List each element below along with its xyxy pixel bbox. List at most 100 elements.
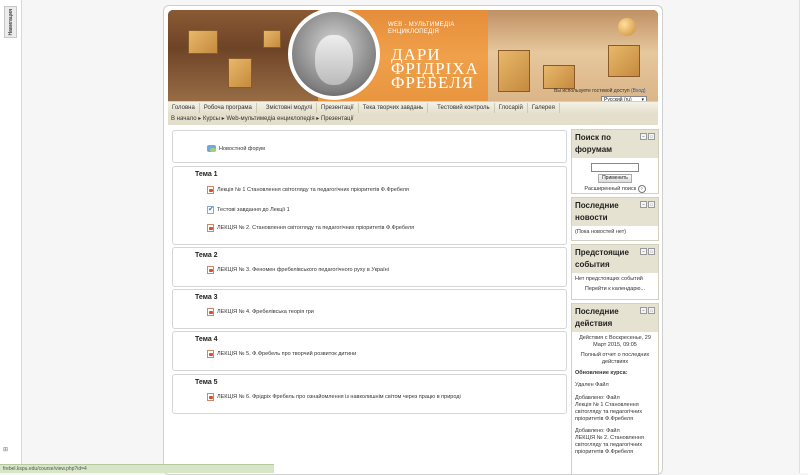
- activity-lecture-5[interactable]: ЛЕКЦІЯ № 5. Ф.Фребель про творчий розвит…: [207, 350, 356, 358]
- pdf-icon: [207, 186, 214, 194]
- activity-lecture-1[interactable]: Лекція № 1 Становлення світогляду та пед…: [207, 186, 409, 194]
- right-scroll-area[interactable]: [799, 0, 808, 473]
- dock-block-icon[interactable]: □: [648, 133, 655, 140]
- news-empty-text: (Пока новостей нет): [575, 229, 627, 235]
- help-icon[interactable]: ?: [637, 185, 646, 193]
- block-title: Последние новости: [575, 201, 619, 222]
- wooden-block-icon: [498, 50, 530, 92]
- dock-block-icon[interactable]: □: [648, 201, 655, 208]
- dock-block-icon[interactable]: □: [648, 307, 655, 314]
- section-topic-2: Тема 2 ЛЕКЦІЯ № 3. Феномен фребелівськог…: [172, 247, 567, 287]
- block-header: Последние новости − □: [572, 198, 658, 226]
- update-added-file-link[interactable]: Лекція № 1 Становлення світогляду та пед…: [575, 402, 655, 423]
- activity-since-text: Действия с Воскресенье, 29 Март 2015, 09…: [579, 335, 651, 348]
- breadcrumb[interactable]: В начало ▸ Курсы ▸ Web-мультимедіа енцик…: [168, 114, 658, 125]
- hide-block-icon[interactable]: −: [640, 133, 647, 140]
- activity-label: ЛЕКЦІЯ № 3. Феномен фребелівського педаг…: [217, 267, 389, 273]
- dock-footer-icon[interactable]: ⊞: [3, 446, 8, 453]
- activity-lecture-6[interactable]: ЛЕКЦІЯ № 6. Фрідріх Фребель про ознайомл…: [207, 393, 461, 401]
- froebel-portrait: [288, 10, 380, 100]
- block-header: Последние действия − □: [572, 304, 658, 332]
- menu-item-tests[interactable]: Тестовий контроль: [433, 103, 495, 113]
- banner-title-line3: ФРЕБЕЛЯ: [391, 73, 475, 92]
- section-title: Тема 4: [195, 336, 218, 343]
- section-topic-4: Тема 4 ЛЕКЦІЯ № 5. Ф.Фребель про творчий…: [172, 331, 567, 371]
- block-header: Поиск по форумам − □: [572, 130, 658, 158]
- block-upcoming-events: Предстоящие события − □ Нет предстоящих с…: [571, 244, 659, 300]
- pdf-icon: [207, 266, 214, 274]
- activity-news-forum[interactable]: Новостной форум: [207, 145, 265, 152]
- wooden-block-icon: [228, 58, 252, 88]
- hide-block-icon[interactable]: −: [640, 307, 647, 314]
- navigation-tab[interactable]: Навигация: [4, 6, 17, 38]
- wooden-block-icon: [188, 30, 218, 54]
- block-recent-activity: Последние действия − □ Действия с Воскрес…: [571, 303, 659, 474]
- menu-item-assignments[interactable]: Тека творчих завдань: [359, 103, 429, 113]
- activity-label: Новостной форум: [219, 145, 265, 152]
- menu-item-glossary[interactable]: Глосарій: [495, 103, 528, 113]
- activity-label: ЛЕКЦІЯ № 4. Фребелівська теорія гри: [217, 309, 314, 315]
- block-header: Предстоящие события − □: [572, 245, 658, 273]
- menu-item-gallery[interactable]: Галерея: [528, 103, 560, 113]
- quiz-icon: [207, 205, 214, 214]
- navigation-tab-label: Навигация: [7, 8, 14, 36]
- banner-subtitle: WEB - МУЛЬТИМЕДІА ЕНЦИКЛОПЕДІЯ: [388, 22, 455, 36]
- block-title: Последние действия: [575, 307, 619, 328]
- section-topic-5: Тема 5 ЛЕКЦІЯ № 6. Фрідріх Фребель про о…: [172, 374, 567, 414]
- full-report-link[interactable]: Полный отчет о последних действиях: [575, 352, 655, 366]
- left-dock: Навигация ⊞: [0, 0, 22, 473]
- pdf-icon: [207, 393, 214, 401]
- wooden-block-icon: [263, 30, 281, 48]
- hide-block-icon[interactable]: −: [640, 248, 647, 255]
- page-container: WEB - МУЛЬТИМЕДІА ЕНЦИКЛОПЕДІЯ ДАРИ ФРІД…: [163, 5, 663, 475]
- activity-label: ЛЕКЦІЯ № 2. Становлення світогляду та пе…: [217, 225, 415, 231]
- activity-label: Тестові завдання до Лекції 1: [217, 207, 290, 213]
- update-removed-file: Удален Файл: [575, 382, 609, 388]
- menu-item-modules[interactable]: Змістовні модулі: [262, 103, 318, 113]
- update-added-label: Добавлено: Файл: [575, 428, 620, 434]
- calendar-link[interactable]: Перейти к календарю...: [575, 286, 655, 293]
- section-title: Тема 2: [195, 252, 218, 259]
- course-updates-heading: Обновление курса:: [575, 370, 628, 376]
- section-title: Тема 5: [195, 379, 218, 386]
- section-title: Тема 3: [195, 294, 218, 301]
- banner-subtitle-line2: ЕНЦИКЛОПЕДІЯ: [388, 29, 440, 35]
- main-menu: Головна Робоча програма Змістовні модулі…: [168, 101, 658, 115]
- pdf-icon: [207, 350, 214, 358]
- wooden-block-icon: [608, 45, 640, 77]
- section-news-forum: Новостной форум: [172, 130, 567, 163]
- search-submit-button[interactable]: Применить: [598, 174, 632, 183]
- activity-lecture-3[interactable]: ЛЕКЦІЯ № 3. Феномен фребелівського педаг…: [207, 266, 389, 274]
- guest-access-text: Вы используете гостевой доступ: [554, 88, 630, 94]
- banner-subtitle-line1: WEB - МУЛЬТИМЕДІА: [388, 22, 455, 28]
- section-topic-3: Тема 3 ЛЕКЦІЯ № 4. Фребелівська теорія г…: [172, 289, 567, 329]
- header-banner: WEB - МУЛЬТИМЕДІА ЕНЦИКЛОПЕДІЯ ДАРИ ФРІД…: [168, 10, 658, 105]
- block-latest-news: Последние новости − □ (Пока новостей нет): [571, 197, 659, 241]
- pdf-icon: [207, 224, 214, 232]
- menu-item-program[interactable]: Робоча програма: [200, 103, 257, 113]
- activity-test-1[interactable]: Тестові завдання до Лекції 1: [207, 205, 290, 214]
- wooden-block-icon: [543, 65, 575, 89]
- activity-label: Лекція № 1 Становлення світогляду та пед…: [217, 187, 409, 193]
- login-link[interactable]: (Вход): [631, 88, 646, 94]
- advanced-search-label: Расширенный поиск: [584, 186, 637, 192]
- browser-status-bar: frebel.kspu.edu/course/view.php?id=4: [0, 464, 274, 473]
- guest-access-info: Вы используете гостевой доступ (Вход): [554, 88, 646, 94]
- banner-title: ДАРИ ФРІДРІХА ФРЕБЕЛЯ: [391, 46, 479, 92]
- update-added-label: Добавлено: Файл: [575, 395, 620, 401]
- update-added-file-link[interactable]: ЛЕКЦІЯ № 2. Становлення світогляду та пе…: [575, 435, 655, 456]
- block-forum-search: Поиск по форумам − □ Применить Расширенны…: [571, 129, 659, 194]
- activity-label: ЛЕКЦІЯ № 5. Ф.Фребель про творчий розвит…: [217, 351, 357, 357]
- activity-lecture-4[interactable]: ЛЕКЦІЯ № 4. Фребелівська теорія гри: [207, 308, 314, 316]
- wooden-ball-icon: [618, 18, 636, 36]
- advanced-search-link[interactable]: Расширенный поиск ?: [575, 185, 655, 193]
- forum-search-input[interactable]: [591, 163, 639, 172]
- hide-block-icon[interactable]: −: [640, 201, 647, 208]
- block-title: Предстоящие события: [575, 248, 629, 269]
- menu-item-presentations[interactable]: Презентації: [317, 103, 359, 113]
- activity-lecture-2[interactable]: ЛЕКЦІЯ № 2. Становлення світогляду та пе…: [207, 224, 414, 232]
- dock-block-icon[interactable]: □: [648, 248, 655, 255]
- pdf-icon: [207, 308, 214, 316]
- block-title: Поиск по форумам: [575, 133, 613, 154]
- menu-item-home[interactable]: Головна: [168, 103, 200, 113]
